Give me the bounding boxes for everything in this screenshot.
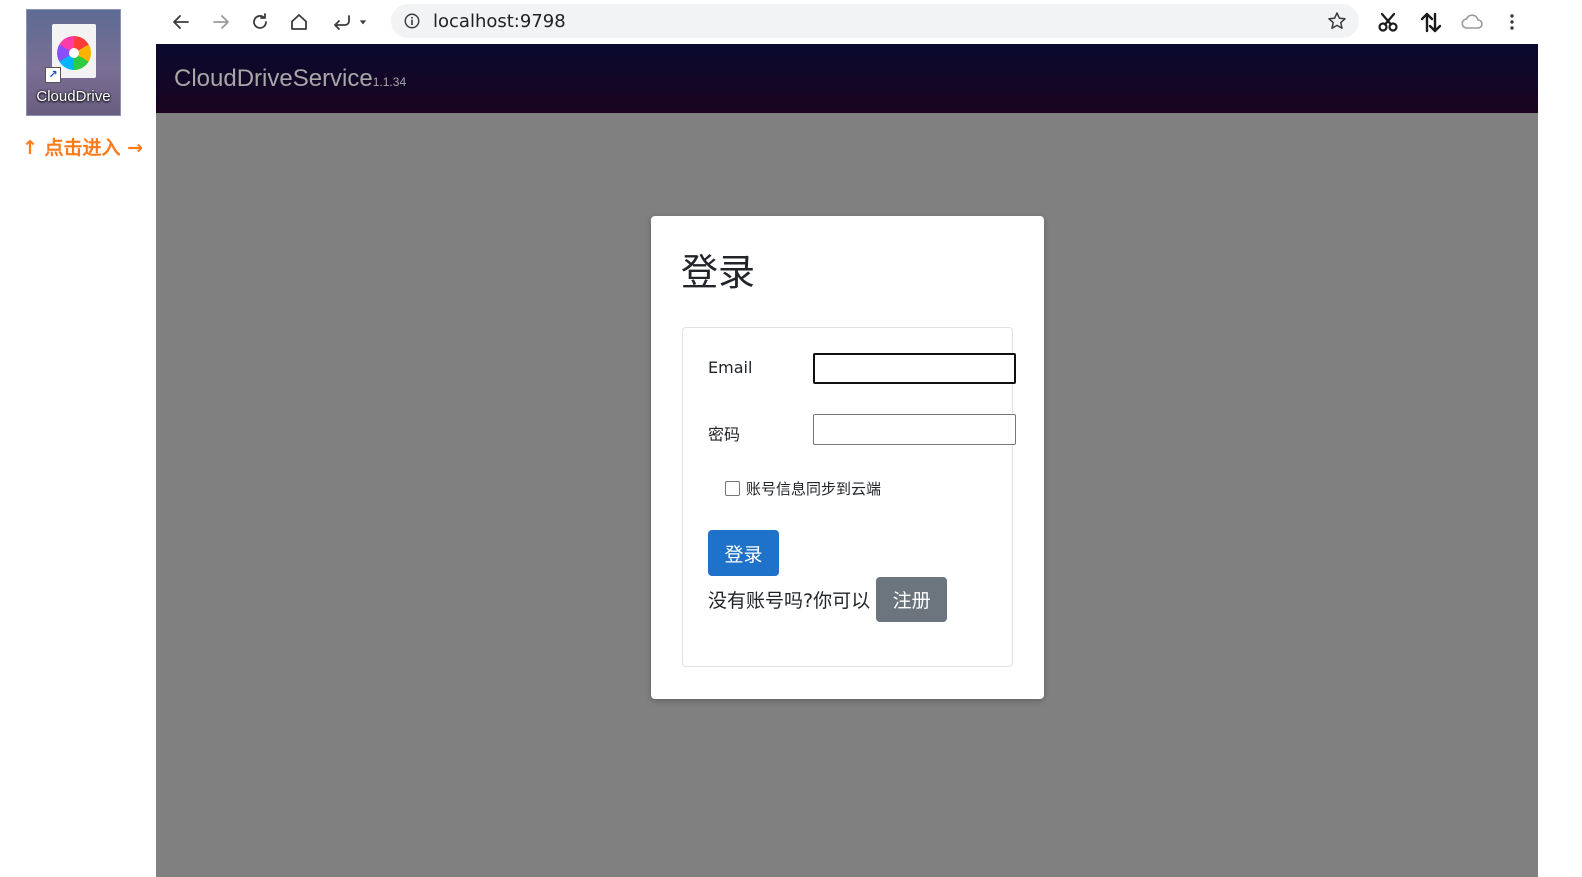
page-content: CloudDriveService1.1.34 登录 Email 密码 账号信息… [156, 44, 1538, 877]
info-icon[interactable] [403, 12, 421, 30]
sync-arrows-icon[interactable] [1417, 8, 1445, 36]
login-dialog: 登录 Email 密码 账号信息同步到云端 登录 没有账号吗?你可以 注册 [651, 216, 1044, 699]
password-field[interactable] [813, 414, 1016, 445]
browser-toolbar: localhost:9798 [156, 0, 1538, 44]
sync-account-checkbox[interactable] [725, 481, 740, 496]
back-icon[interactable] [167, 8, 195, 36]
login-button[interactable]: 登录 [708, 530, 779, 576]
login-form: Email 密码 账号信息同步到云端 登录 没有账号吗?你可以 注册 [682, 327, 1016, 667]
brand-version: 1.1.34 [372, 75, 407, 89]
dropdown-icon[interactable] [356, 8, 370, 36]
brand-name: CloudDriveService [174, 65, 373, 92]
navbar: CloudDriveService1.1.34 [156, 44, 1538, 113]
reload-icon[interactable] [246, 8, 274, 36]
scissors-icon[interactable] [1374, 8, 1402, 36]
sync-account-label: 账号信息同步到云端 [746, 480, 882, 498]
shortcut-arrow-icon: ↗ [45, 67, 61, 83]
register-prompt: 没有账号吗?你可以 [708, 590, 871, 612]
email-field[interactable] [813, 353, 1016, 384]
cloud-icon[interactable] [1458, 8, 1486, 36]
clouddrive-logo-icon [57, 36, 91, 70]
navbar-brand[interactable]: CloudDriveService1.1.34 [174, 65, 406, 93]
shortcut-label: CloudDrive [36, 88, 111, 105]
register-button[interactable]: 注册 [876, 577, 948, 622]
forward-icon[interactable] [207, 8, 235, 36]
menu-icon[interactable] [1498, 8, 1526, 36]
click-hint: ↑ 点击进入 → [22, 137, 144, 159]
url-text: localhost:9798 [433, 11, 566, 32]
login-title: 登录 [681, 251, 755, 294]
home-icon[interactable] [285, 8, 313, 36]
address-bar[interactable]: localhost:9798 [391, 4, 1359, 38]
bookmark-star-icon[interactable] [1327, 11, 1347, 31]
password-label: 密码 [708, 425, 741, 444]
register-prompt-row: 没有账号吗?你可以 注册 [708, 577, 948, 622]
undo-icon[interactable] [328, 8, 356, 36]
email-label: Email [708, 358, 753, 377]
sync-account-option[interactable]: 账号信息同步到云端 [725, 478, 881, 499]
clouddrive-shortcut[interactable]: ↗ CloudDrive [26, 9, 121, 116]
